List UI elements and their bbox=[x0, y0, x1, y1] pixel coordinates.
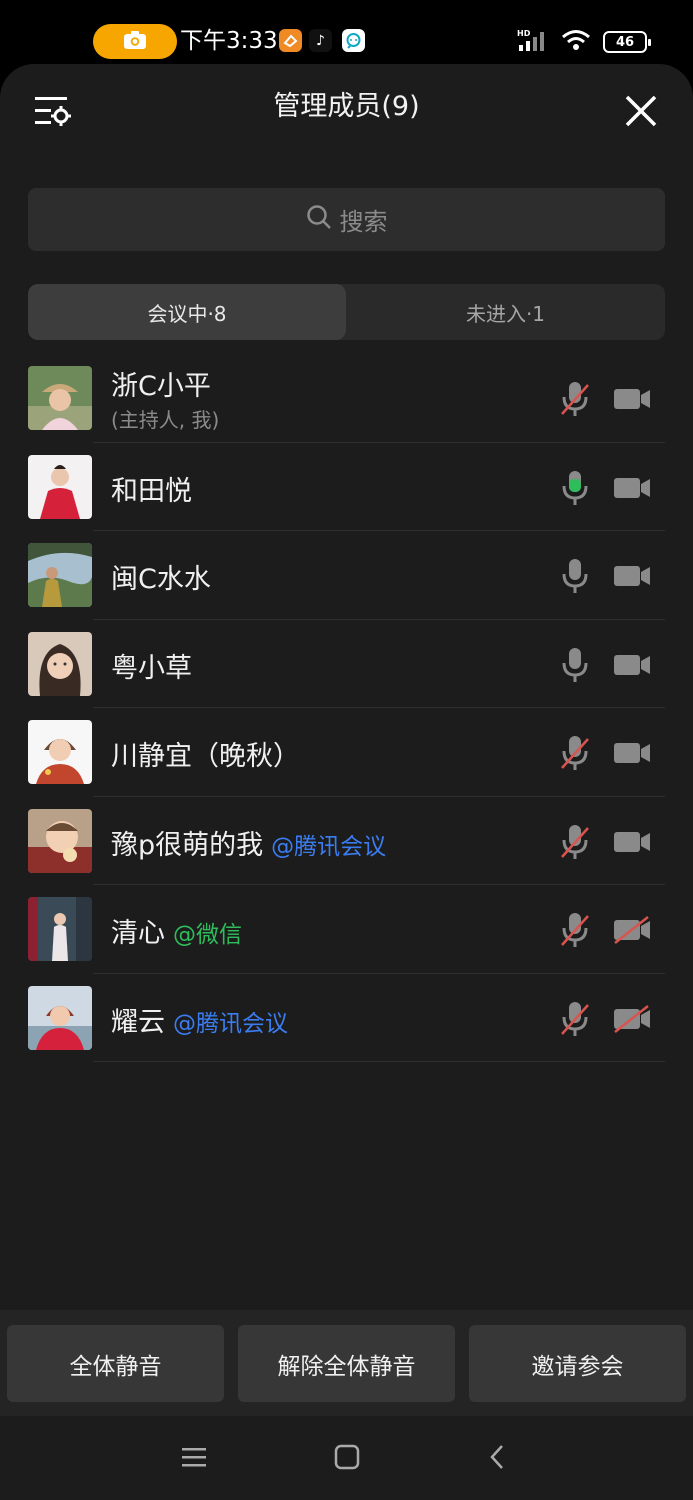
member-source-tag: @腾讯会议 bbox=[173, 1010, 288, 1037]
camera-off-icon[interactable] bbox=[612, 738, 652, 768]
member-name-line: 川静宜（晚秋） bbox=[111, 734, 300, 773]
list-item[interactable]: 粤小草 bbox=[0, 620, 693, 708]
list-item[interactable]: 耀云 @腾讯会议 bbox=[0, 974, 693, 1062]
tiktok-icon: ♪ bbox=[309, 29, 332, 52]
invite-button[interactable]: 邀请参会 bbox=[469, 1325, 686, 1402]
row-divider bbox=[93, 1061, 665, 1062]
status-bar: 下午3:33 ♪ HD 46 bbox=[0, 0, 693, 70]
menu-icon[interactable] bbox=[181, 1444, 207, 1474]
camera-icon bbox=[123, 30, 147, 54]
member-name-line: 浙C小平 bbox=[111, 364, 211, 403]
search-input[interactable]: 搜索 bbox=[28, 188, 665, 251]
camera-off-icon[interactable] bbox=[612, 827, 652, 857]
member-name: 闽C水水 bbox=[111, 564, 211, 595]
member-name-line: 清心 @微信 bbox=[111, 911, 242, 950]
member-name-line: 闽C水水 bbox=[111, 557, 211, 596]
panel-header: 管理成员(9) bbox=[0, 64, 693, 154]
search-icon bbox=[306, 204, 332, 236]
mic-muted-icon[interactable] bbox=[559, 380, 591, 418]
mic-muted-icon[interactable] bbox=[559, 1000, 591, 1038]
avatar bbox=[28, 985, 92, 1050]
mic-icon[interactable] bbox=[559, 557, 591, 595]
member-name-line: 和田悦 bbox=[111, 469, 192, 508]
member-name-line: 粤小草 bbox=[111, 646, 192, 685]
page-title: 管理成员(9) bbox=[273, 91, 420, 122]
list-item[interactable]: 和田悦 bbox=[0, 443, 693, 531]
home-icon[interactable] bbox=[334, 1444, 360, 1474]
member-tabs: 会议中·8 未进入·1 bbox=[28, 284, 665, 340]
app-notification-icon bbox=[279, 29, 302, 52]
close-icon[interactable] bbox=[624, 94, 658, 128]
member-source-tag: @微信 bbox=[173, 922, 242, 948]
member-management-panel: 管理成员(9) 搜索 会议中·8 未进入·1 浙C小平 (主持人, 我) 和田悦… bbox=[0, 64, 693, 1416]
wifi-icon bbox=[561, 29, 591, 55]
member-list: 浙C小平 (主持人, 我) 和田悦 闽C水水 粤小草 川静宜（晚秋） 豫p很萌的… bbox=[0, 354, 693, 1062]
member-name: 粤小草 bbox=[111, 652, 192, 684]
list-item[interactable]: 浙C小平 (主持人, 我) bbox=[0, 354, 693, 443]
avatar bbox=[28, 808, 92, 873]
search-placeholder: 搜索 bbox=[339, 208, 388, 236]
member-role: (主持人, 我) bbox=[111, 408, 220, 432]
camera-off-icon[interactable] bbox=[612, 384, 652, 414]
mic-icon[interactable] bbox=[559, 646, 591, 684]
avatar bbox=[28, 454, 92, 519]
member-name-line: 耀云 @腾讯会议 bbox=[111, 1000, 288, 1039]
member-name: 豫p很萌的我 bbox=[111, 829, 264, 861]
camera-disabled-icon[interactable] bbox=[612, 1004, 652, 1034]
avatar bbox=[28, 543, 92, 607]
member-name: 川静宜（晚秋） bbox=[111, 741, 300, 772]
camera-off-icon[interactable] bbox=[612, 473, 652, 503]
camera-disabled-icon[interactable] bbox=[612, 915, 652, 945]
battery-indicator: 46 bbox=[603, 31, 651, 53]
mic-muted-icon[interactable] bbox=[559, 734, 591, 772]
tab-in-meeting[interactable]: 会议中·8 bbox=[28, 284, 346, 340]
tab-not-joined[interactable]: 未进入·1 bbox=[346, 284, 665, 340]
avatar bbox=[28, 720, 92, 784]
member-name: 和田悦 bbox=[111, 475, 192, 507]
mic-muted-icon[interactable] bbox=[559, 911, 591, 949]
member-source-tag: @腾讯会议 bbox=[271, 833, 387, 860]
system-nav-bar bbox=[0, 1416, 693, 1500]
avatar bbox=[28, 897, 92, 961]
avatar bbox=[28, 366, 92, 430]
camera-off-icon[interactable] bbox=[612, 561, 652, 591]
member-name: 浙C小平 bbox=[111, 371, 211, 402]
svg-text:HD: HD bbox=[517, 29, 531, 38]
mute-all-button[interactable]: 全体静音 bbox=[7, 1325, 224, 1402]
list-item[interactable]: 清心 @微信 bbox=[0, 885, 693, 974]
member-name: 清心 bbox=[111, 918, 165, 949]
bottom-action-bar: 全体静音 解除全体静音 邀请参会 bbox=[0, 1310, 693, 1416]
mic-active-icon[interactable] bbox=[559, 469, 591, 507]
camera-off-icon[interactable] bbox=[612, 650, 652, 680]
signal-icon: HD bbox=[517, 28, 549, 56]
screen-record-indicator[interactable] bbox=[93, 24, 177, 59]
avatar bbox=[28, 631, 92, 696]
member-name: 耀云 bbox=[111, 1006, 165, 1038]
back-icon[interactable] bbox=[488, 1444, 508, 1474]
mic-muted-icon[interactable] bbox=[559, 823, 591, 861]
list-item[interactable]: 豫p很萌的我 @腾讯会议 bbox=[0, 797, 693, 885]
status-time: 下午3:33 bbox=[180, 28, 278, 54]
list-item[interactable]: 川静宜（晚秋） bbox=[0, 708, 693, 797]
member-name-line: 豫p很萌的我 @腾讯会议 bbox=[111, 823, 386, 862]
message-app-icon bbox=[342, 29, 365, 52]
list-item[interactable]: 闽C水水 bbox=[0, 531, 693, 620]
unmute-all-button[interactable]: 解除全体静音 bbox=[238, 1325, 455, 1402]
